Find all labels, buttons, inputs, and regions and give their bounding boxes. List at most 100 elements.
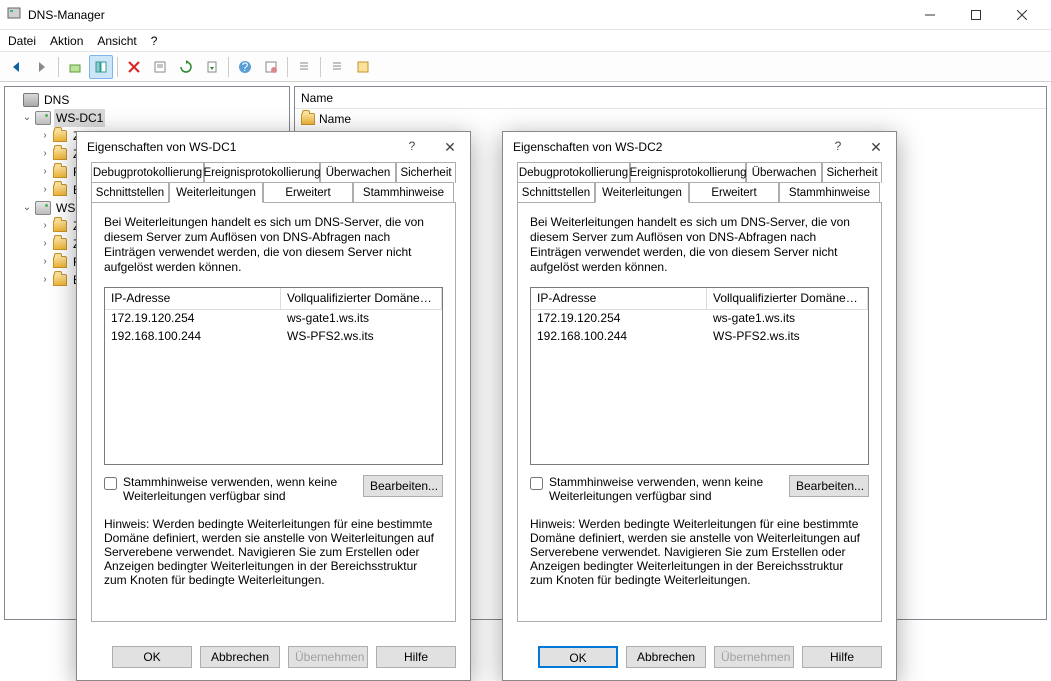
tab-roothints[interactable]: Stammhinweise	[779, 182, 880, 203]
dialog-close-button[interactable]: ✕	[866, 139, 886, 156]
ok-button[interactable]: OK	[112, 646, 192, 668]
apply-button: Übernehmen	[714, 646, 794, 668]
help-button[interactable]: ?	[233, 55, 257, 79]
action-button[interactable]	[259, 55, 283, 79]
close-button[interactable]	[999, 0, 1045, 30]
forwarders-list[interactable]: IP-Adresse Vollqualifizierter Domänennam…	[104, 287, 443, 465]
forwarders-description: Bei Weiterleitungen handelt es sich um D…	[530, 215, 869, 275]
dialog-title: Eigenschaften von WS-DC2	[513, 140, 662, 154]
cancel-button[interactable]: Abbrechen	[200, 646, 280, 668]
help-button[interactable]: Hilfe	[376, 646, 456, 668]
menu-file[interactable]: Datei	[8, 34, 36, 48]
up-button[interactable]	[63, 55, 87, 79]
column-ip[interactable]: IP-Adresse	[531, 288, 707, 309]
dialog-titlebar[interactable]: Eigenschaften von WS-DC1 ? ✕	[77, 132, 470, 162]
back-button[interactable]	[4, 55, 28, 79]
table-row[interactable]: 172.19.120.254 ws-gate1.ws.its	[531, 310, 868, 328]
expand-toggle[interactable]: ›	[39, 220, 51, 232]
dialog-help-button[interactable]: ?	[402, 139, 422, 156]
maximize-button[interactable]	[953, 0, 999, 30]
folder-icon	[301, 113, 315, 125]
folder-icon	[53, 256, 67, 268]
column-header[interactable]: Name	[295, 87, 1046, 109]
expand-toggle[interactable]: ›	[39, 274, 51, 286]
expand-toggle[interactable]: ›	[39, 238, 51, 250]
menu-action[interactable]: Aktion	[50, 34, 83, 48]
column-fqdn[interactable]: Vollqualifizierter Domänenname f...	[281, 288, 442, 309]
tab-panel: Bei Weiterleitungen handelt es sich um D…	[517, 202, 882, 622]
tab-monitor[interactable]: Überwachen	[746, 162, 822, 183]
tab-advanced[interactable]: Erweitert	[689, 182, 779, 203]
properties-button[interactable]	[148, 55, 172, 79]
dialog-close-button[interactable]: ✕	[440, 139, 460, 156]
dialog-title: Eigenschaften von WS-DC1	[87, 140, 236, 154]
tab-panel: Bei Weiterleitungen handelt es sich um D…	[91, 202, 456, 622]
menu-help[interactable]: ?	[151, 34, 158, 48]
help-button[interactable]: Hilfe	[802, 646, 882, 668]
expand-toggle[interactable]: ⌄	[21, 112, 33, 124]
properties-dialog-dc2: Eigenschaften von WS-DC2 ? ✕ Debugprotok…	[502, 131, 897, 681]
minimize-button[interactable]	[907, 0, 953, 30]
edit-button[interactable]: Bearbeiten...	[789, 475, 869, 497]
use-root-hints-checkbox[interactable]	[104, 477, 117, 490]
tab-interfaces[interactable]: Schnittstellen	[517, 182, 595, 203]
use-root-hints-checkbox[interactable]	[530, 477, 543, 490]
show-tree-button[interactable]	[89, 55, 113, 79]
column-ip[interactable]: IP-Adresse	[105, 288, 281, 309]
list-button-1[interactable]	[292, 55, 316, 79]
folder-icon	[53, 148, 67, 160]
dns-app-icon	[6, 5, 22, 24]
list-button-2[interactable]	[325, 55, 349, 79]
expand-toggle[interactable]: ›	[39, 166, 51, 178]
refresh-button[interactable]	[174, 55, 198, 79]
tab-event[interactable]: Ereignisprotokollierung	[204, 162, 320, 183]
menu-view[interactable]: Ansicht	[97, 34, 136, 48]
folder-icon	[53, 238, 67, 250]
tab-forwarders[interactable]: Weiterleitungen	[595, 182, 689, 203]
use-root-hints-label: Stammhinweise verwenden, wenn keine Weit…	[549, 475, 781, 503]
tab-bar: Debugprotokollierung Ereignisprotokollie…	[517, 162, 882, 202]
tab-advanced[interactable]: Erweitert	[263, 182, 353, 203]
tab-roothints[interactable]: Stammhinweise	[353, 182, 454, 203]
delete-button[interactable]	[122, 55, 146, 79]
table-row[interactable]: 172.19.120.254 ws-gate1.ws.its	[105, 310, 442, 328]
tab-debug[interactable]: Debugprotokollierung	[517, 162, 630, 183]
tab-event[interactable]: Ereignisprotokollierung	[630, 162, 746, 183]
window-title: DNS-Manager	[28, 8, 105, 22]
dialog-button-row: OK Abbrechen Übernehmen Hilfe	[503, 636, 896, 680]
tab-monitor[interactable]: Überwachen	[320, 162, 396, 183]
forwarders-list[interactable]: IP-Adresse Vollqualifizierter Domänennam…	[530, 287, 869, 465]
expand-toggle[interactable]: ›	[39, 256, 51, 268]
table-row[interactable]: 192.168.100.244 WS-PFS2.ws.its	[105, 328, 442, 346]
tab-debug[interactable]: Debugprotokollierung	[91, 162, 204, 183]
expand-toggle[interactable]: ›	[39, 148, 51, 160]
dns-icon	[23, 93, 39, 107]
expand-toggle[interactable]: ›	[39, 130, 51, 142]
export-button[interactable]	[200, 55, 224, 79]
tab-security[interactable]: Sicherheit	[822, 162, 882, 183]
forwarders-description: Bei Weiterleitungen handelt es sich um D…	[104, 215, 443, 275]
filter-button[interactable]	[351, 55, 375, 79]
tree-server-1[interactable]: WS-DC1	[54, 109, 105, 127]
tab-security[interactable]: Sicherheit	[396, 162, 456, 183]
column-fqdn[interactable]: Vollqualifizierter Domänenname f...	[707, 288, 868, 309]
forward-button[interactable]	[30, 55, 54, 79]
server-icon	[35, 201, 51, 215]
folder-icon	[53, 130, 67, 142]
tree-root[interactable]: DNS	[42, 91, 71, 109]
expand-toggle[interactable]: ⌄	[21, 202, 33, 214]
edit-button[interactable]: Bearbeiten...	[363, 475, 443, 497]
list-item[interactable]: Name	[295, 109, 1046, 129]
apply-button: Übernehmen	[288, 646, 368, 668]
expand-toggle[interactable]: ›	[39, 184, 51, 196]
dialog-help-button[interactable]: ?	[828, 139, 848, 156]
cancel-button[interactable]: Abbrechen	[626, 646, 706, 668]
conditional-forwarders-hint: Hinweis: Werden bedingte Weiterleitungen…	[104, 517, 443, 587]
ok-button[interactable]: OK	[538, 646, 618, 668]
tab-forwarders[interactable]: Weiterleitungen	[169, 182, 263, 203]
folder-icon	[53, 184, 67, 196]
tab-interfaces[interactable]: Schnittstellen	[91, 182, 169, 203]
folder-icon	[53, 274, 67, 286]
table-row[interactable]: 192.168.100.244 WS-PFS2.ws.its	[531, 328, 868, 346]
dialog-titlebar[interactable]: Eigenschaften von WS-DC2 ? ✕	[503, 132, 896, 162]
